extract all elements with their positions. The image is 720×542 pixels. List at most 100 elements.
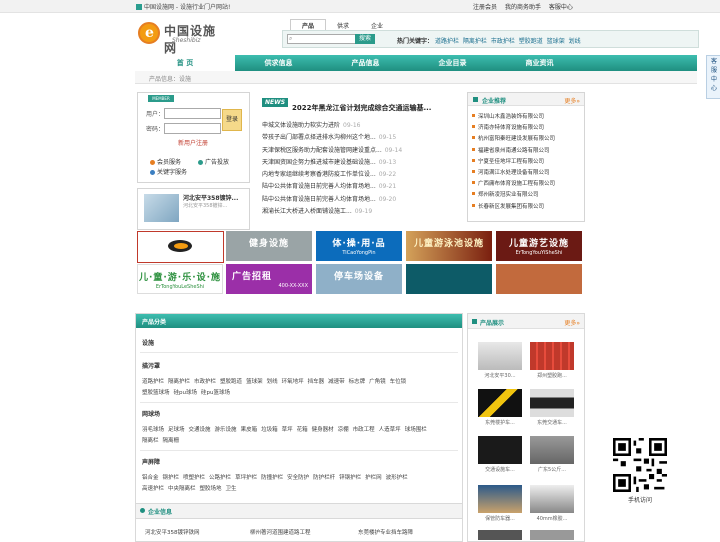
company-item[interactable]: 郑州新凌冠实业有限公司: [472, 190, 555, 201]
category-link[interactable]: 隔离护栏: [168, 379, 190, 385]
product-card[interactable]: 河北安平30...: [478, 342, 522, 379]
category-link[interactable]: 卫生: [226, 486, 237, 492]
banner-ad-9[interactable]: [406, 264, 492, 294]
product-card[interactable]: [478, 530, 522, 540]
register-link[interactable]: 注册会员: [473, 4, 497, 11]
business-assistant-link[interactable]: 我的商务助手: [505, 4, 541, 11]
news-item[interactable]: 申城文体设施助力软实力进阶 09-16: [262, 120, 402, 132]
category-link[interactable]: 隔离栅: [163, 438, 180, 444]
category-link[interactable]: 球场围栏: [405, 427, 427, 433]
company-item[interactable]: 福建省泉州南通公路有限公司: [472, 146, 555, 157]
category-link[interactable]: 凉棚: [338, 427, 349, 433]
category-link[interactable]: 护栏网: [365, 475, 382, 481]
category-link[interactable]: 垃圾箱: [261, 427, 278, 433]
category-link[interactable]: 道路护栏: [142, 379, 164, 385]
customer-service-float[interactable]: 客服中心: [706, 55, 720, 99]
hot-keyword[interactable]: 隔离护栏: [463, 38, 487, 45]
hot-keyword[interactable]: 道路护栏: [435, 38, 459, 45]
category-group-title[interactable]: 网球场: [142, 409, 431, 418]
nav-companies[interactable]: 企业目录: [409, 55, 496, 71]
qr-code-box[interactable]: 手机访问: [611, 438, 669, 508]
nav-news[interactable]: 商业资讯: [496, 55, 583, 71]
category-link[interactable]: 锌钢护栏: [339, 475, 361, 481]
category-link[interactable]: 钢护栏: [163, 475, 180, 481]
category-link[interactable]: 车位锁: [390, 379, 407, 385]
product-card[interactable]: 郑州塑胶跑...: [530, 342, 574, 379]
product-card[interactable]: 交通设施车...: [478, 436, 522, 473]
hot-keyword[interactable]: 篮球架: [547, 38, 565, 45]
category-link[interactable]: 隔离栏: [142, 438, 159, 444]
category-link[interactable]: 铝合金: [142, 475, 159, 481]
ad-service-link[interactable]: 广告投放: [198, 157, 229, 166]
product-card[interactable]: 东莞楼护车...: [478, 389, 522, 426]
category-link[interactable]: 市政护栏: [194, 379, 216, 385]
nav-products[interactable]: 产品信息: [322, 55, 409, 71]
site-title[interactable]: 中国设施网 - 设施行业门户网站!: [136, 2, 230, 11]
category-group-title[interactable]: 声屏障: [142, 457, 412, 466]
banner-kids-pool[interactable]: 儿童游泳池设施: [406, 231, 492, 261]
news-item[interactable]: 陆中公共体育设施日前完善人均体育场地... 09-20: [262, 194, 402, 206]
product-card[interactable]: 保管防车器...: [478, 485, 522, 522]
products-more-link[interactable]: 更多»: [564, 318, 580, 327]
category-link[interactable]: 喷塑护栏: [183, 475, 205, 481]
category-link[interactable]: 市政工程: [353, 427, 375, 433]
banner-fitness[interactable]: 健身设施: [226, 231, 312, 261]
search-tab-supply[interactable]: 供求: [326, 20, 360, 30]
search-button[interactable]: 搜索: [355, 34, 375, 44]
category-link[interactable]: 防护栏杆: [313, 475, 335, 481]
nav-supply[interactable]: 供求信息: [235, 55, 322, 71]
enterprise-item[interactable]: 河北安平358镀锌铁网: [145, 528, 200, 536]
category-link[interactable]: 划线: [267, 379, 278, 385]
hot-keyword[interactable]: 塑胶跑道: [519, 38, 543, 45]
company-item[interactable]: 长春新区发展集团有限公司: [472, 202, 555, 213]
category-link[interactable]: 环氧地坪: [282, 379, 304, 385]
news-headline[interactable]: 2022年黑龙江省计划完成综合交通运输基...: [292, 103, 431, 113]
news-item[interactable]: 天津国资国企努力推进城市建设基础设施... 09-13: [262, 157, 402, 169]
news-item[interactable]: 湘渝长江大桥进入桥面铺设施工... 09-19: [262, 206, 402, 218]
banner-kids-amusement[interactable]: 儿童游艺设施 ErTongYouYiSheShi: [496, 231, 582, 261]
category-link[interactable]: 健身器材: [312, 427, 334, 433]
category-group-title[interactable]: 设施: [142, 338, 154, 347]
banner-ad-rent[interactable]: 广告招租 400-XX-XXX: [226, 264, 312, 294]
company-item[interactable]: 深圳山木鑫浩装饰有限公司: [472, 112, 555, 123]
company-item[interactable]: 广西庸布体育设施工程有限公司: [472, 179, 555, 190]
password-field[interactable]: [164, 123, 221, 134]
category-link[interactable]: 羽毛球场: [142, 427, 164, 433]
username-field[interactable]: [164, 108, 221, 119]
category-link[interactable]: 足球场: [168, 427, 185, 433]
news-item[interactable]: 带孩子出门部署点择进排水沟柳州这个地... 09-15: [262, 132, 402, 144]
keyword-service-link[interactable]: 关键字服务: [150, 167, 187, 176]
member-service-link[interactable]: 会员服务: [150, 157, 181, 166]
hot-keyword[interactable]: 划线: [569, 38, 581, 45]
company-item[interactable]: 宁夏圣佳地坪工程有限公司: [472, 157, 555, 168]
category-link[interactable]: 硅pu篮球场: [201, 390, 230, 396]
product-card[interactable]: [530, 530, 574, 540]
category-link[interactable]: 安全防护: [287, 475, 309, 481]
category-link[interactable]: 塑胶跑道: [220, 379, 242, 385]
category-link[interactable]: 果皮箱: [241, 427, 258, 433]
banner-parking[interactable]: 停车场设备: [316, 264, 402, 294]
category-link[interactable]: 人造草坪: [379, 427, 401, 433]
search-input[interactable]: [287, 34, 357, 44]
company-item[interactable]: 济南亦特体育设施有限公司: [472, 123, 555, 134]
ad-thumbnail[interactable]: 河北安平358镀锌... 河北安平358镀锌...: [137, 188, 250, 230]
search-tab-product[interactable]: 产品: [290, 19, 326, 30]
category-link[interactable]: 波形护栏: [386, 475, 408, 481]
company-item[interactable]: 河南满江水处理设备有限公司: [472, 168, 555, 179]
register-link[interactable]: 新用户注册: [178, 138, 208, 147]
category-link[interactable]: 高速护栏: [142, 486, 164, 492]
product-card[interactable]: 东莞交通车...: [530, 389, 574, 426]
company-item[interactable]: 杭州富阳秦旺建设发展有限公司: [472, 134, 555, 145]
news-item[interactable]: 内地专家组继续考察香港防疫工作单位设... 09-22: [262, 169, 402, 181]
category-link[interactable]: 塑胶场地: [200, 486, 222, 492]
product-card[interactable]: 广东5公斤...: [530, 436, 574, 473]
banner-ad-1[interactable]: [137, 231, 224, 263]
search-tab-company[interactable]: 企业: [360, 20, 394, 30]
banner-kids-play[interactable]: 儿·童·游·乐·设·施 ErTongYouLeSheShi: [137, 264, 223, 294]
category-link[interactable]: 广角镜: [369, 379, 386, 385]
category-link[interactable]: 公路护栏: [209, 475, 231, 481]
category-link[interactable]: 挡车器: [308, 379, 325, 385]
companies-more-link[interactable]: 更多»: [564, 96, 580, 105]
category-link[interactable]: 篮球架: [246, 379, 263, 385]
category-link[interactable]: 交通设施: [189, 427, 211, 433]
